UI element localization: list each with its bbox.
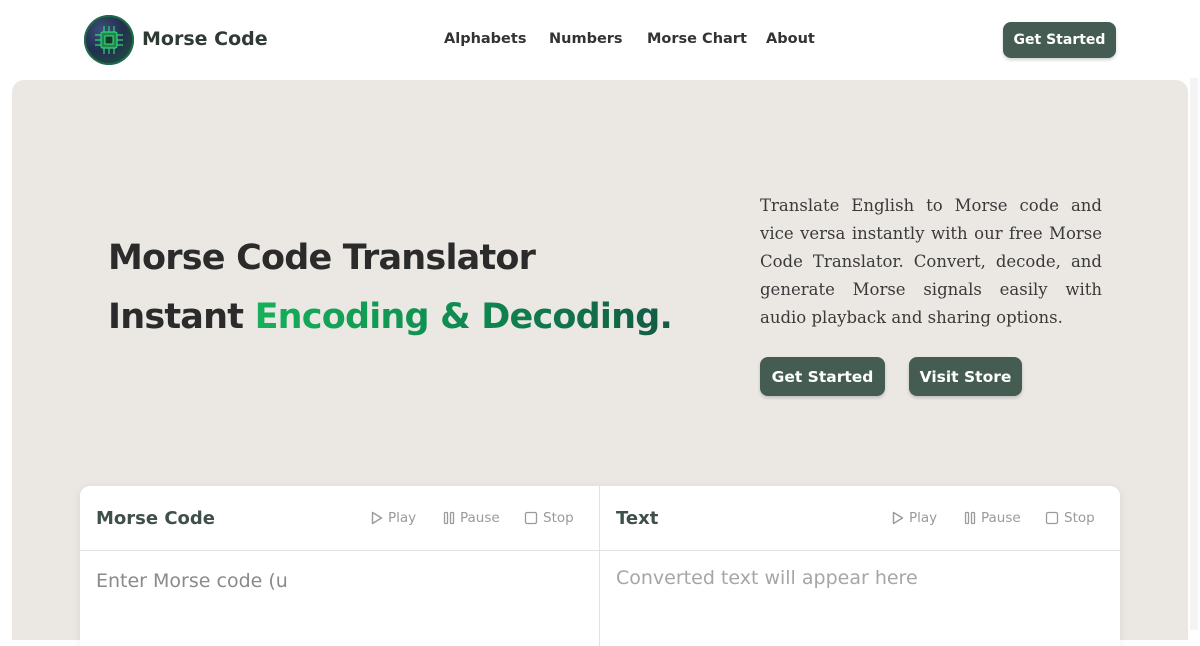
pause-icon xyxy=(964,511,976,525)
text-stop-label: Stop xyxy=(1064,510,1095,526)
nav-numbers[interactable]: Numbers xyxy=(549,31,623,47)
hero-subtitle-prefix: Instant xyxy=(108,297,255,337)
text-play-label: Play xyxy=(909,510,938,526)
nav-about[interactable]: About xyxy=(766,31,815,47)
circuit-chip-icon[interactable] xyxy=(84,15,134,65)
translator-card: Morse Code Play Pause Stop Enter Morse c… xyxy=(80,486,1120,646)
stop-icon xyxy=(1045,511,1059,525)
text-pane: Text Play Pause Stop Converted text will… xyxy=(600,486,1120,646)
play-icon xyxy=(371,511,383,525)
morse-input[interactable]: Enter Morse code (u xyxy=(96,570,288,592)
text-pane-header: Text Play Pause Stop xyxy=(600,486,1120,551)
page-scrollbar[interactable] xyxy=(1190,78,1198,630)
visit-store-button[interactable]: Visit Store xyxy=(909,357,1022,396)
play-icon xyxy=(892,511,904,525)
hero-title: Morse Code Translator xyxy=(108,238,536,278)
hero-get-started-button[interactable]: Get Started xyxy=(760,357,885,396)
text-stop-button[interactable]: Stop xyxy=(1045,510,1095,526)
text-pane-title: Text xyxy=(616,508,659,529)
brand-name[interactable]: Morse Code xyxy=(142,28,268,50)
morse-pane: Morse Code Play Pause Stop Enter Morse c… xyxy=(80,486,600,646)
hero-subtitle-highlight: Encoding & Decoding. xyxy=(254,297,673,337)
pause-icon xyxy=(443,511,455,525)
morse-stop-label: Stop xyxy=(543,510,574,526)
stop-icon xyxy=(524,511,538,525)
morse-pause-label: Pause xyxy=(460,510,500,526)
morse-pane-title: Morse Code xyxy=(96,508,216,529)
morse-pause-button[interactable]: Pause xyxy=(443,510,500,526)
header-get-started-button[interactable]: Get Started xyxy=(1003,22,1116,58)
morse-pane-header: Morse Code Play Pause Stop xyxy=(80,486,599,551)
morse-play-button[interactable]: Play xyxy=(371,510,416,526)
morse-play-label: Play xyxy=(388,510,417,526)
text-pause-button[interactable]: Pause xyxy=(964,510,1021,526)
text-output[interactable]: Converted text will appear here xyxy=(616,567,918,589)
site-header: Morse Code Alphabets Numbers Morse Chart… xyxy=(0,0,1200,80)
hero-subtitle: Instant Encoding & Decoding. xyxy=(108,297,673,337)
text-play-button[interactable]: Play xyxy=(892,510,937,526)
nav-morse-chart[interactable]: Morse Chart xyxy=(647,31,747,47)
text-pause-label: Pause xyxy=(981,510,1021,526)
morse-stop-button[interactable]: Stop xyxy=(524,510,574,526)
hero-description: Translate English to Morse code and vice… xyxy=(760,196,1102,327)
nav-alphabets[interactable]: Alphabets xyxy=(444,31,526,47)
